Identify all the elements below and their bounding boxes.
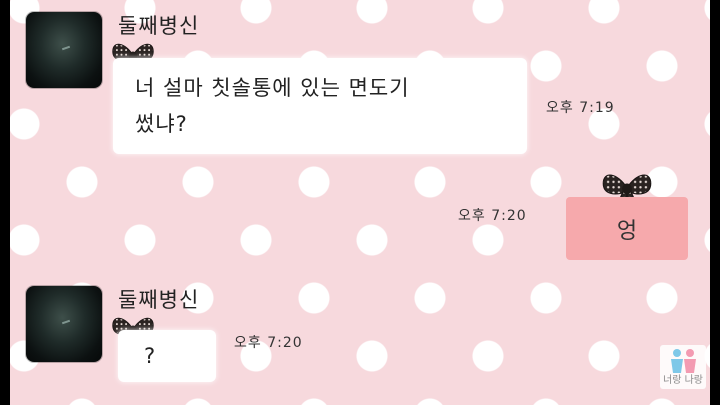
chat-screen[interactable]: 둘째병신 너 설마 칫솔통에 있는 면도기 썼냐? 오후 7:19 오후 7:2… — [10, 0, 710, 405]
friend-avatar-2[interactable] — [26, 286, 102, 362]
my-message-text: 엉 — [616, 218, 638, 244]
message-bubble-3[interactable]: ? — [118, 330, 216, 382]
message-text-line: ? — [144, 344, 157, 368]
friend-avatar-1[interactable] — [26, 12, 102, 88]
sender-name-1: 둘째병신 — [118, 14, 200, 38]
my-message-bubble[interactable]: 엉 — [566, 197, 688, 260]
message-time-2: 오후 7:20 — [458, 208, 527, 224]
watermark-logo: 너랑 나랑 — [660, 345, 706, 389]
right-border — [710, 0, 720, 405]
message-text-line: 썼냐? — [135, 112, 188, 136]
message-time-3: 오후 7:20 — [234, 335, 303, 351]
left-border — [0, 0, 10, 405]
message-bubble-1[interactable]: 너 설마 칫솔통에 있는 면도기 썼냐? — [113, 58, 527, 154]
watermark-text: 너랑 나랑 — [663, 375, 703, 386]
message-time-1: 오후 7:19 — [546, 100, 615, 116]
message-text-line: 너 설마 칫솔통에 있는 면도기 — [135, 76, 410, 100]
sender-name-2: 둘째병신 — [118, 288, 200, 312]
